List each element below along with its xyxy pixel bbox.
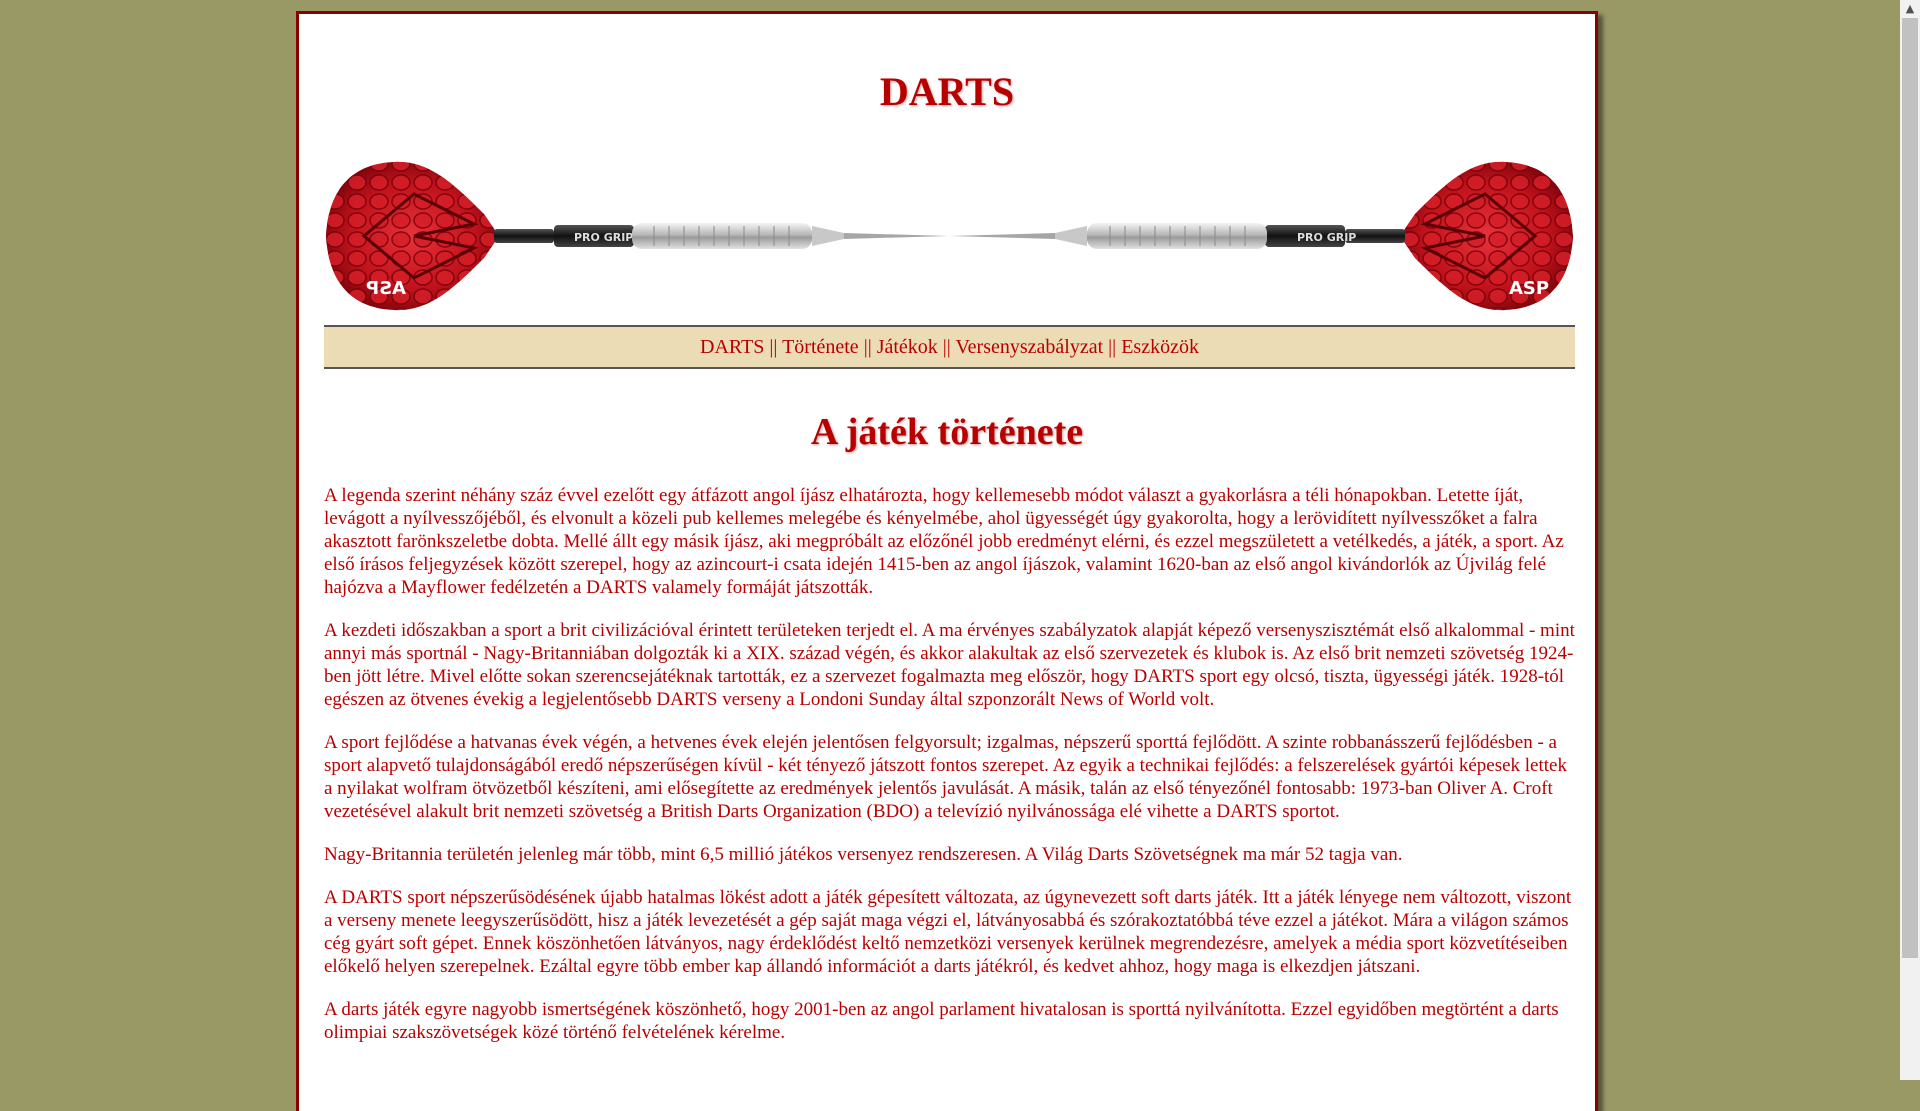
left-flight-logo: ASP xyxy=(366,278,406,299)
nav-link-versenyszabalyzat[interactable]: Versenyszabályzat xyxy=(955,336,1103,358)
nav-link-darts[interactable]: DARTS xyxy=(700,336,764,358)
scroll-up-arrow-icon[interactable]: ▲ xyxy=(1900,0,1920,17)
nav-link-jatekok[interactable]: Játékok xyxy=(877,336,938,358)
article-paragraph: A sport fejlődése a hatvanas évek végén,… xyxy=(324,732,1567,822)
right-flight-logo: ASP xyxy=(1509,278,1549,299)
article-paragraph: A kezdeti időszakban a sport a brit civi… xyxy=(324,620,1575,710)
left-grip-text: PRO GRIP xyxy=(574,231,633,244)
main-navigation: DARTS || Története || Játékok || Verseny… xyxy=(324,325,1575,369)
scrollbar-thumb[interactable] xyxy=(1902,18,1918,958)
nav-link-eszkozok[interactable]: Eszközök xyxy=(1121,336,1199,358)
site-title: DARTS xyxy=(879,69,1015,114)
nav-separator: || xyxy=(1108,336,1117,358)
nav-link-tortenete[interactable]: Története xyxy=(782,336,859,358)
article-paragraph: A legenda szerint néhány száz évvel ezel… xyxy=(324,485,1564,598)
darts-banner-image: ASP PRO GRIP PRO GRIP ASP xyxy=(326,161,1573,311)
article-body: A legenda szerint néhány száz évvel ezel… xyxy=(324,484,1576,1064)
left-dart: ASP PRO GRIP xyxy=(326,161,949,311)
article-title: A játék története xyxy=(810,411,1084,453)
nav-separator: || xyxy=(942,336,951,358)
page-frame: DARTS ASP PRO GRIP PRO GRIP ASP DARTS ||… xyxy=(296,11,1598,1111)
right-grip-text: PRO GRIP xyxy=(1297,231,1356,244)
right-dart xyxy=(950,161,1573,311)
nav-separator: || xyxy=(863,336,872,358)
article-paragraph: A darts játék egyre nagyobb ismertségéne… xyxy=(324,999,1559,1043)
vertical-scrollbar[interactable]: ▲ xyxy=(1900,0,1920,1080)
article-paragraph: Nagy-Britannia területén jelenleg már tö… xyxy=(324,844,1403,865)
nav-separator: || xyxy=(769,336,778,358)
article-paragraph: A DARTS sport népszerűsödésének újabb ha… xyxy=(324,887,1572,977)
